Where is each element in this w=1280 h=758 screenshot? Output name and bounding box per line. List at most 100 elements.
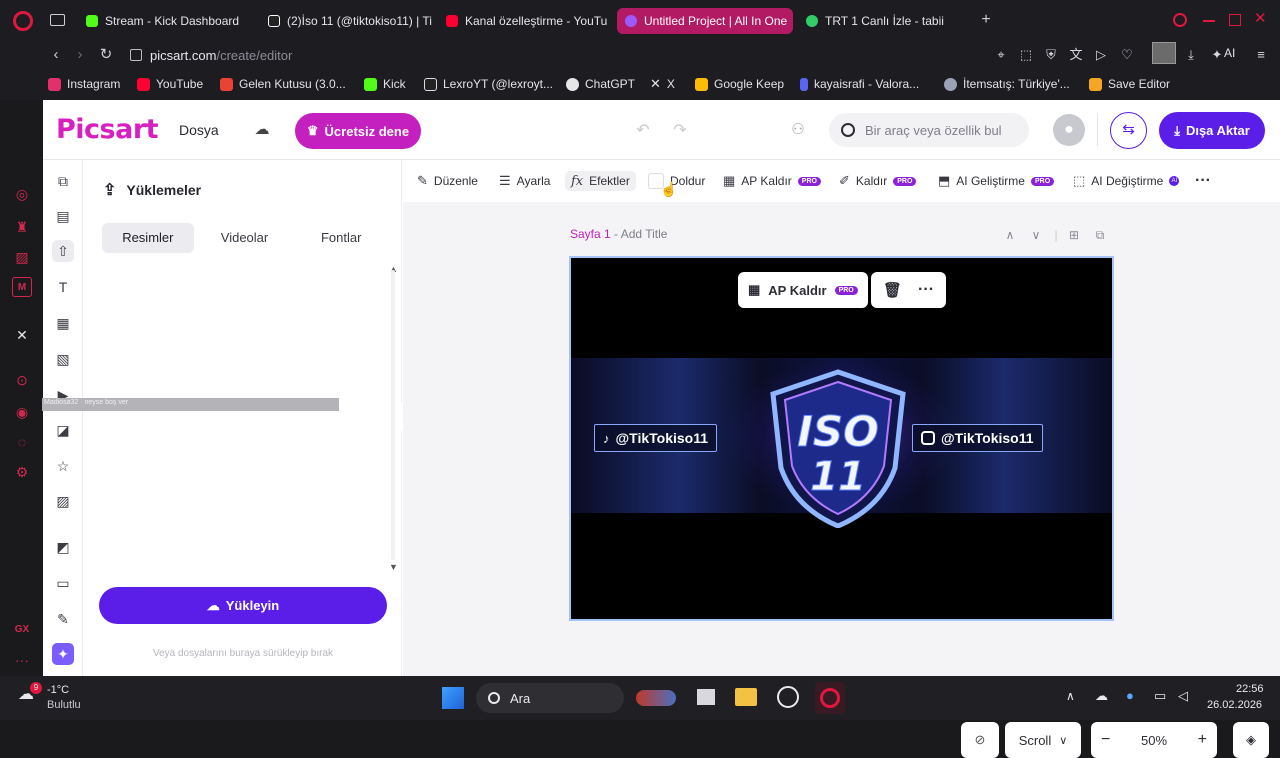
layout-icon[interactable]: ▦ [52,312,74,334]
m-sidebar-icon[interactable]: M [12,277,32,297]
bookmark-itemsatis[interactable]: İtemsatış: Türkiye'... [944,75,1070,93]
remove-bg-tool[interactable]: ▦ AP Kaldır PRO [723,171,821,191]
opera-logo-icon[interactable] [13,11,33,31]
trash-icon[interactable]: 🗑 [883,281,902,299]
tab-youtube-studio[interactable]: Kanal özelleştirme - YouTu [438,8,610,34]
duplicate-page-icon[interactable]: ⧉ [1093,228,1107,242]
more-sidebar-icon[interactable]: ··· [12,650,32,670]
tab-trt1[interactable]: TRT 1 Canlı İzle - tabii [798,8,963,34]
cloud-save-icon[interactable]: ☁ [251,120,273,140]
network-icon[interactable]: ☁ [1095,688,1108,704]
redo-icon[interactable]: ↷ [669,120,691,140]
volume-icon[interactable]: ◁ [1178,688,1188,704]
more-tools-icon[interactable]: ··· [1195,171,1211,191]
reload-icon[interactable]: ↻ [96,45,116,65]
discord-sidebar-icon[interactable]: ◉ [12,402,32,422]
bookmark-instagram[interactable]: Instagram [48,75,120,93]
edit-tool[interactable]: ✎ Düzenle [417,171,478,191]
page-label[interactable]: Sayfa 1 - Add Title [570,227,667,241]
undo-icon[interactable]: ↶ [632,120,654,140]
instagram-handle-right[interactable]: @TikTokiso11 [912,424,1043,452]
text-icon[interactable]: T [52,276,74,298]
ai-tools-icon[interactable]: ⧉ [52,170,74,192]
close-window-icon[interactable]: ✕ [1254,9,1267,27]
bookmark-kick[interactable]: Kick [364,75,406,93]
aria-sidebar-icon[interactable]: ◎ [12,184,32,204]
tab-kick-dashboard[interactable]: Stream - Kick Dashboard [78,8,253,34]
adjust-tool[interactable]: ☰ Ayarla [499,171,550,191]
bookmark-x[interactable]: ✕ X [650,75,675,93]
uploads-icon[interactable]: ⇧ [52,240,74,262]
page-up-icon[interactable]: ∧ [1003,228,1017,242]
backgrounds-icon[interactable]: ▨ [52,490,74,512]
address-field[interactable]: picsart.com/create/editor [130,44,292,66]
bookmark-valorant[interactable]: kayaisrafi - Valora... [800,75,919,93]
upload-button[interactable]: ☁ Yükleyin [99,587,387,624]
new-tab-icon[interactable]: + [978,12,994,28]
player-sidebar-icon[interactable]: ⊙ [12,370,32,390]
visibility-control[interactable]: ⊘ [961,722,999,758]
task-view-icon[interactable] [697,689,715,705]
context-remove-bg-button[interactable]: ▦ AP Kaldır PRO [738,272,868,308]
iso11-shield-logo[interactable]: ISO 11 [763,368,913,528]
clock-date[interactable]: 26.02.2026 [1207,699,1262,711]
menu-icon[interactable]: ≡ [1252,46,1270,64]
panel-scrollbar[interactable] [391,270,395,560]
photos-icon[interactable]: ▧ [52,348,74,370]
screenshot-icon[interactable]: ⬚ [1017,46,1035,64]
x-sidebar-icon[interactable]: ✕ [12,325,32,345]
maximize-icon[interactable] [1229,14,1241,26]
remove-object-tool[interactable]: ✐ Kaldır PRO [839,171,917,191]
ai-replace-tool[interactable]: ⬚ AI Değiştirme AI [1073,171,1180,191]
workspaces-icon[interactable] [50,14,65,26]
back-icon[interactable]: ‹ [46,45,66,65]
tiktok-handle-left[interactable]: ♪ @TikTokiso11 [594,424,718,452]
show-hidden-icons[interactable]: ∧ [1066,689,1075,703]
share-icon[interactable]: ⇆ [1110,112,1147,149]
taskbar-search[interactable]: Ara [476,683,624,713]
microphone-icon[interactable]: ● [1126,688,1134,703]
twitch-sidebar-icon[interactable]: ▨ [12,247,32,267]
clock-time[interactable]: 22:56 [1236,683,1264,695]
gx-sidebar-icon[interactable]: GX [12,620,32,640]
zoom-out-icon[interactable]: − [1101,731,1110,749]
minimize-icon[interactable] [1203,20,1215,22]
bookmark-youtube[interactable]: YouTube [137,75,203,93]
page-down-icon[interactable]: ∨ [1029,228,1043,242]
temperature[interactable]: -1°C [47,684,69,696]
effects-tool[interactable]: fx Efektler [565,171,636,191]
bookmark-gmail[interactable]: Gelen Kutusu (3.0... [220,75,346,93]
templates-icon[interactable]: ▤ [52,205,74,227]
stickers-icon[interactable]: ◪ [52,419,74,441]
plugins-icon[interactable]: ✦ [52,643,74,665]
export-button[interactable]: ⤓ Dışa Aktar [1159,112,1265,149]
zoom-in-icon[interactable]: + [1198,731,1207,749]
page-title-input[interactable]: Add Title [621,227,668,241]
display-icon[interactable]: ▭ [1154,688,1166,704]
tab-tiktok[interactable]: (2)İso 11 (@tiktokiso11) | Ti [260,8,432,34]
artboard[interactable]: ISO 11 ♪ @TikTokiso11 @TikTokiso11 ▦ AP … [569,256,1114,621]
download-icon[interactable]: ⤓ [1182,46,1200,64]
steam-app-icon[interactable] [777,686,799,708]
favorites-icon[interactable]: ☆ [52,455,74,477]
send-icon[interactable]: ▷ [1092,46,1110,64]
widgets-icon[interactable] [636,690,676,706]
windows-start-icon[interactable] [442,687,464,709]
brand-icon[interactable]: ◩ [52,536,74,558]
shield-icon[interactable]: ⛨ [1042,46,1060,64]
draw-icon[interactable]: ✎ [52,608,74,630]
heart-icon[interactable]: ♡ [1118,46,1136,64]
scroll-mode-select[interactable]: Scroll ∨ [1005,722,1081,758]
bookmark-lexroyt[interactable]: LexroYT (@lexroyt... [424,75,553,93]
file-explorer-icon[interactable] [735,688,757,706]
tab-videos[interactable]: Videolar [199,223,291,253]
bookmark-chatgpt[interactable]: ChatGPT [566,75,635,93]
folders-icon[interactable]: ▭ [52,572,74,594]
scroll-down-icon[interactable]: ▼ [389,562,398,572]
ai-enhance-tool[interactable]: ⬒ AI Geliştirme PRO [938,171,1055,191]
tab-images[interactable]: Resimler [102,223,194,253]
forward-icon[interactable]: › [70,45,90,65]
add-page-icon[interactable]: ⊞ [1067,228,1081,242]
settings-sidebar-icon[interactable]: ⚙ [12,462,32,482]
file-menu[interactable]: Dosya [179,122,219,138]
